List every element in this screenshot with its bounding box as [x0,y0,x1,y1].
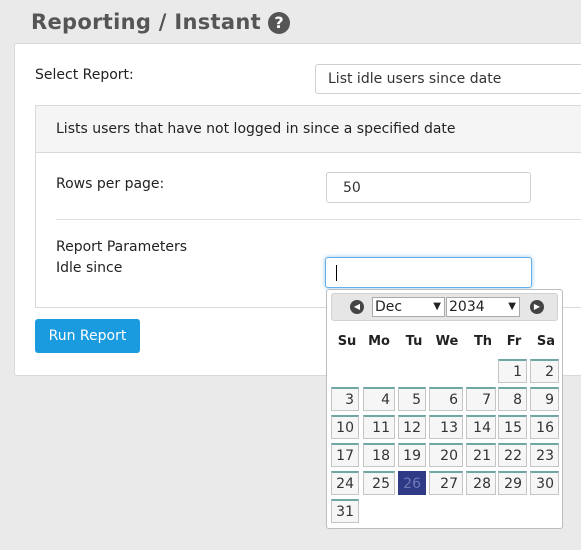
calendar-day[interactable]: 17 [331,443,359,467]
calendar-day[interactable]: 20 [429,443,463,467]
chevron-down-icon: ▼ [433,301,441,312]
calendar-day[interactable]: 12 [398,415,426,439]
calendar-day[interactable]: 23 [530,443,559,467]
report-description-header: Lists users that have not logged in sinc… [36,106,581,153]
month-select[interactable]: Dec ▼ [372,297,445,317]
rows-per-page-label: Rows per page: [56,176,165,192]
calendar-day[interactable]: 6 [429,387,463,411]
idle-since-label: Idle since [56,260,123,276]
calendar-day[interactable]: 9 [530,387,559,411]
select-report-label: Select Report: [35,67,134,83]
calendar-day[interactable]: 21 [466,443,496,467]
month-select-value: Dec [375,299,403,315]
calendar-day[interactable]: 1 [498,359,527,383]
weekday-label: Su [337,334,357,349]
calendar-day[interactable]: 22 [498,443,527,467]
calendar-day[interactable]: 18 [363,443,395,467]
year-select[interactable]: 2034 ▼ [446,297,520,317]
calendar-day[interactable]: 19 [398,443,426,467]
calendar-day[interactable]: 29 [498,471,527,495]
calendar-day[interactable]: 30 [530,471,559,495]
datepicker-header: ◀ Dec ▼ 2034 ▼ ▶ [331,293,558,321]
text-caret [336,265,337,281]
prev-month-icon[interactable]: ◀ [350,300,364,314]
calendar-day[interactable]: 2 [530,359,559,383]
rows-per-page-input[interactable]: 50 [326,172,531,203]
weekday-label: Fr [506,334,522,349]
chevron-down-icon: ▼ [508,301,516,312]
weekday-label: Mo [368,334,390,349]
calendar-day[interactable]: 27 [429,471,463,495]
calendar-day[interactable]: 14 [466,415,496,439]
calendar-day[interactable]: 24 [331,471,359,495]
calendar-day[interactable]: 31 [331,499,359,523]
datepicker: ◀ Dec ▼ 2034 ▼ ▶ Su Mo Tu We Th Fr Sa 1234567891… [326,289,563,529]
idle-since-input[interactable] [325,257,532,288]
help-icon[interactable]: ? [268,12,290,34]
select-report-dropdown[interactable]: List idle users since date [315,64,581,94]
next-month-icon[interactable]: ▶ [530,300,544,314]
calendar-day[interactable]: 25 [363,471,395,495]
calendar-day[interactable]: 16 [530,415,559,439]
divider [56,219,581,220]
calendar-day[interactable]: 7 [466,387,496,411]
calendar-day[interactable]: 3 [331,387,359,411]
calendar-day[interactable]: 10 [331,415,359,439]
calendar-day[interactable]: 15 [498,415,527,439]
weekday-label: We [435,334,459,349]
calendar-day[interactable]: 13 [429,415,463,439]
calendar-day[interactable]: 5 [398,387,426,411]
page-title: Reporting / Instant [31,10,261,34]
weekday-label: Th [473,334,493,349]
report-description: Lists users that have not logged in sinc… [56,121,456,137]
calendar-day[interactable]: 28 [466,471,496,495]
calendar-day[interactable]: 4 [363,387,395,411]
calendar-day[interactable]: 8 [498,387,527,411]
calendar-day[interactable]: 26 [398,471,426,495]
year-select-value: 2034 [449,299,485,315]
run-report-button[interactable]: Run Report [35,319,140,353]
weekday-label: Sa [536,334,556,349]
weekday-label: Tu [405,334,423,349]
report-parameters-label: Report Parameters [56,239,187,255]
calendar-day[interactable]: 11 [363,415,395,439]
